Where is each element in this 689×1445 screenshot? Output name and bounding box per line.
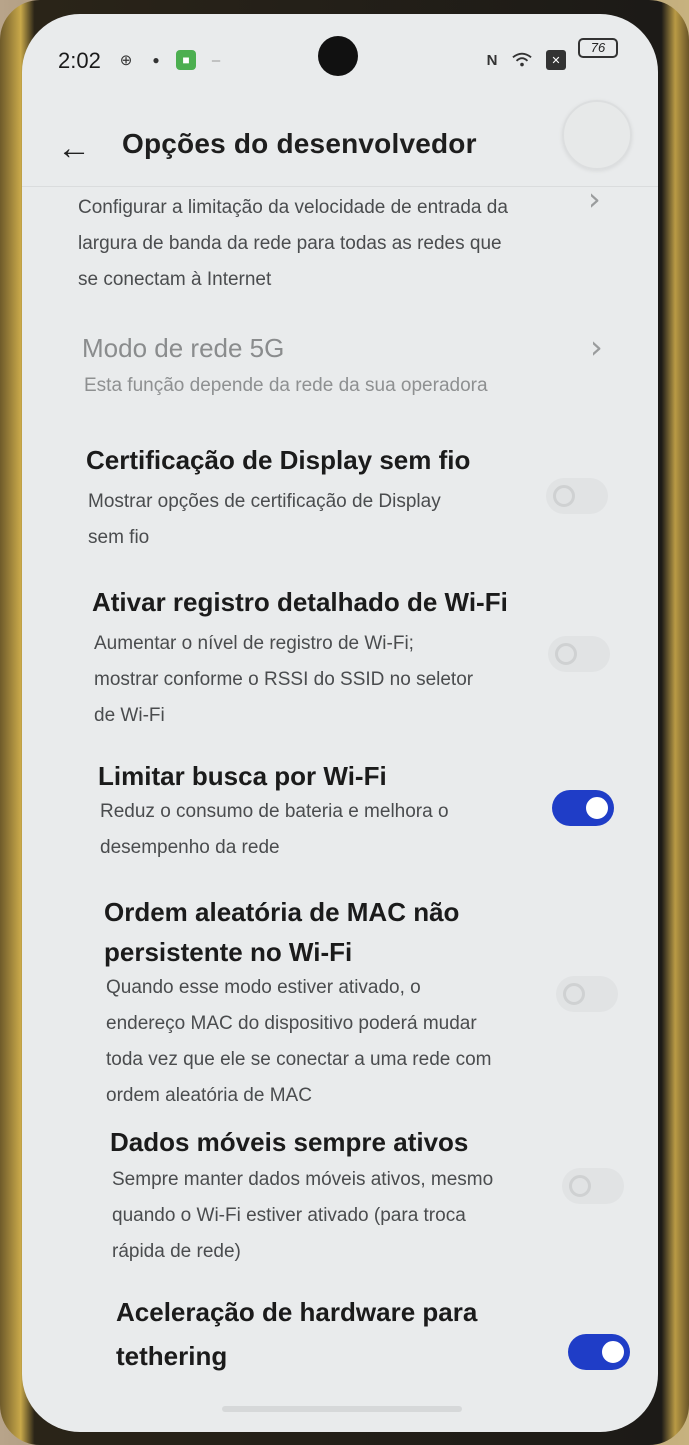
toggle-switch[interactable] xyxy=(548,636,610,672)
list-item-bandwidth-limit[interactable]: › Configurar a limitação da velocidade d… xyxy=(22,180,658,290)
status-time: 2:02 xyxy=(58,48,101,73)
screen: 2:02 ⊕ ● ■ – N ✕ 76 ← Opções do desenvol… xyxy=(22,14,658,1432)
list-item-wifi-scan-throttle[interactable]: Limitar busca por Wi-Fi Reduz o consumo … xyxy=(22,756,658,876)
item-description: Aumentar o nível de registro de Wi-Fi; m… xyxy=(94,626,473,734)
title-line: tethering xyxy=(116,1341,228,1371)
item-description: Quando esse modo estiver ativado, o ende… xyxy=(106,970,492,1114)
chevron-right-icon: › xyxy=(590,328,603,366)
floating-assist-button[interactable] xyxy=(562,100,632,170)
desc-line: sem fio xyxy=(88,527,150,548)
item-title: Certificação de Display sem fio xyxy=(86,445,471,475)
front-camera xyxy=(318,36,358,76)
status-bar: 2:02 ⊕ ● ■ – N ✕ 76 xyxy=(22,14,658,94)
list-item-mac-randomization[interactable]: Ordem aleatória de MAC não persistente n… xyxy=(22,892,658,1112)
desc-line: rápida de rede) xyxy=(112,1241,241,1262)
desc-line: Reduz o consumo de bateria e melhora o xyxy=(100,801,449,822)
nfc-icon: N xyxy=(486,51,498,69)
desc-line: mostrar conforme o RSSI do SSID no selet… xyxy=(94,669,474,690)
list-item-tethering-hw-acceleration[interactable]: Aceleração de hardware para tethering xyxy=(22,1290,658,1390)
toggle-switch[interactable] xyxy=(562,1168,624,1204)
item-title: Modo de rede 5G xyxy=(82,333,285,363)
item-description: Esta função depende da rede da sua opera… xyxy=(84,375,488,396)
list-item-5g-mode[interactable]: Modo de rede 5G › Esta função depende da… xyxy=(22,328,658,408)
desc-line: Aumentar o nível de registro de Wi-Fi; xyxy=(94,633,414,654)
sim-icon: ✕ xyxy=(546,50,566,70)
list-item-wireless-display-cert[interactable]: Certificação de Display sem fio Mostrar … xyxy=(22,440,658,560)
desc-line: Configurar a limitação da velocidade de … xyxy=(78,197,508,218)
item-description: Sempre manter dados móveis ativos, mesmo… xyxy=(112,1162,493,1270)
header-divider xyxy=(22,186,658,187)
navigation-hint-bar[interactable] xyxy=(222,1406,462,1412)
sync-icon: ⊕ xyxy=(119,52,133,69)
item-description: Reduz o consumo de bateria e melhora o d… xyxy=(100,794,449,866)
toggle-switch[interactable] xyxy=(552,790,614,826)
toggle-switch[interactable] xyxy=(546,478,608,514)
item-title: Dados móveis sempre ativos xyxy=(110,1127,469,1157)
item-description: Configurar a limitação da velocidade de … xyxy=(78,190,508,298)
item-title: Limitar busca por Wi-Fi xyxy=(98,761,387,791)
desc-line: se conectam à Internet xyxy=(78,269,272,290)
chevron-right-icon: › xyxy=(588,180,601,218)
battery-indicator: 76 xyxy=(578,38,618,58)
desc-line: largura de banda da rede para todas as r… xyxy=(78,233,502,254)
toggle-switch[interactable] xyxy=(556,976,618,1012)
item-description: Mostrar opções de certificação de Displa… xyxy=(88,484,441,556)
wifi-icon xyxy=(512,50,532,70)
back-arrow-icon[interactable]: ← xyxy=(54,128,94,168)
desc-line: Mostrar opções de certificação de Displa… xyxy=(88,491,441,512)
desc-line: desempenho da rede xyxy=(100,837,280,858)
desc-line: Sempre manter dados móveis ativos, mesmo xyxy=(112,1169,494,1190)
title-line: Aceleração de hardware para xyxy=(116,1297,478,1327)
notification-icon: ● xyxy=(152,53,160,67)
desc-line: Quando esse modo estiver ativado, o xyxy=(106,977,421,998)
more-icon: – xyxy=(211,51,221,69)
item-title: Ativar registro detalhado de Wi-Fi xyxy=(92,587,508,617)
desc-line: endereço MAC do dispositivo poderá mudar xyxy=(106,1013,477,1034)
desc-line: de Wi-Fi xyxy=(94,705,165,726)
page-title: Opções do desenvolvedor xyxy=(122,128,477,159)
desc-line: ordem aleatória de MAC xyxy=(106,1085,312,1106)
desc-line: quando o Wi-Fi estiver ativado (para tro… xyxy=(112,1205,466,1226)
list-item-mobile-data-always-on[interactable]: Dados móveis sempre ativos Sempre manter… xyxy=(22,1122,658,1272)
title-line: Ordem aleatória de MAC não xyxy=(104,897,460,927)
list-item-wifi-verbose-logging[interactable]: Ativar registro detalhado de Wi-Fi Aumen… xyxy=(22,582,658,732)
toggle-switch[interactable] xyxy=(568,1334,630,1370)
app-icon: ■ xyxy=(176,50,196,70)
item-title: Aceleração de hardware para tethering xyxy=(116,1290,477,1378)
title-line: persistente no Wi-Fi xyxy=(104,937,353,967)
item-title: Ordem aleatória de MAC não persistente n… xyxy=(104,892,459,972)
desc-line: toda vez que ele se conectar a uma rede … xyxy=(106,1049,492,1070)
